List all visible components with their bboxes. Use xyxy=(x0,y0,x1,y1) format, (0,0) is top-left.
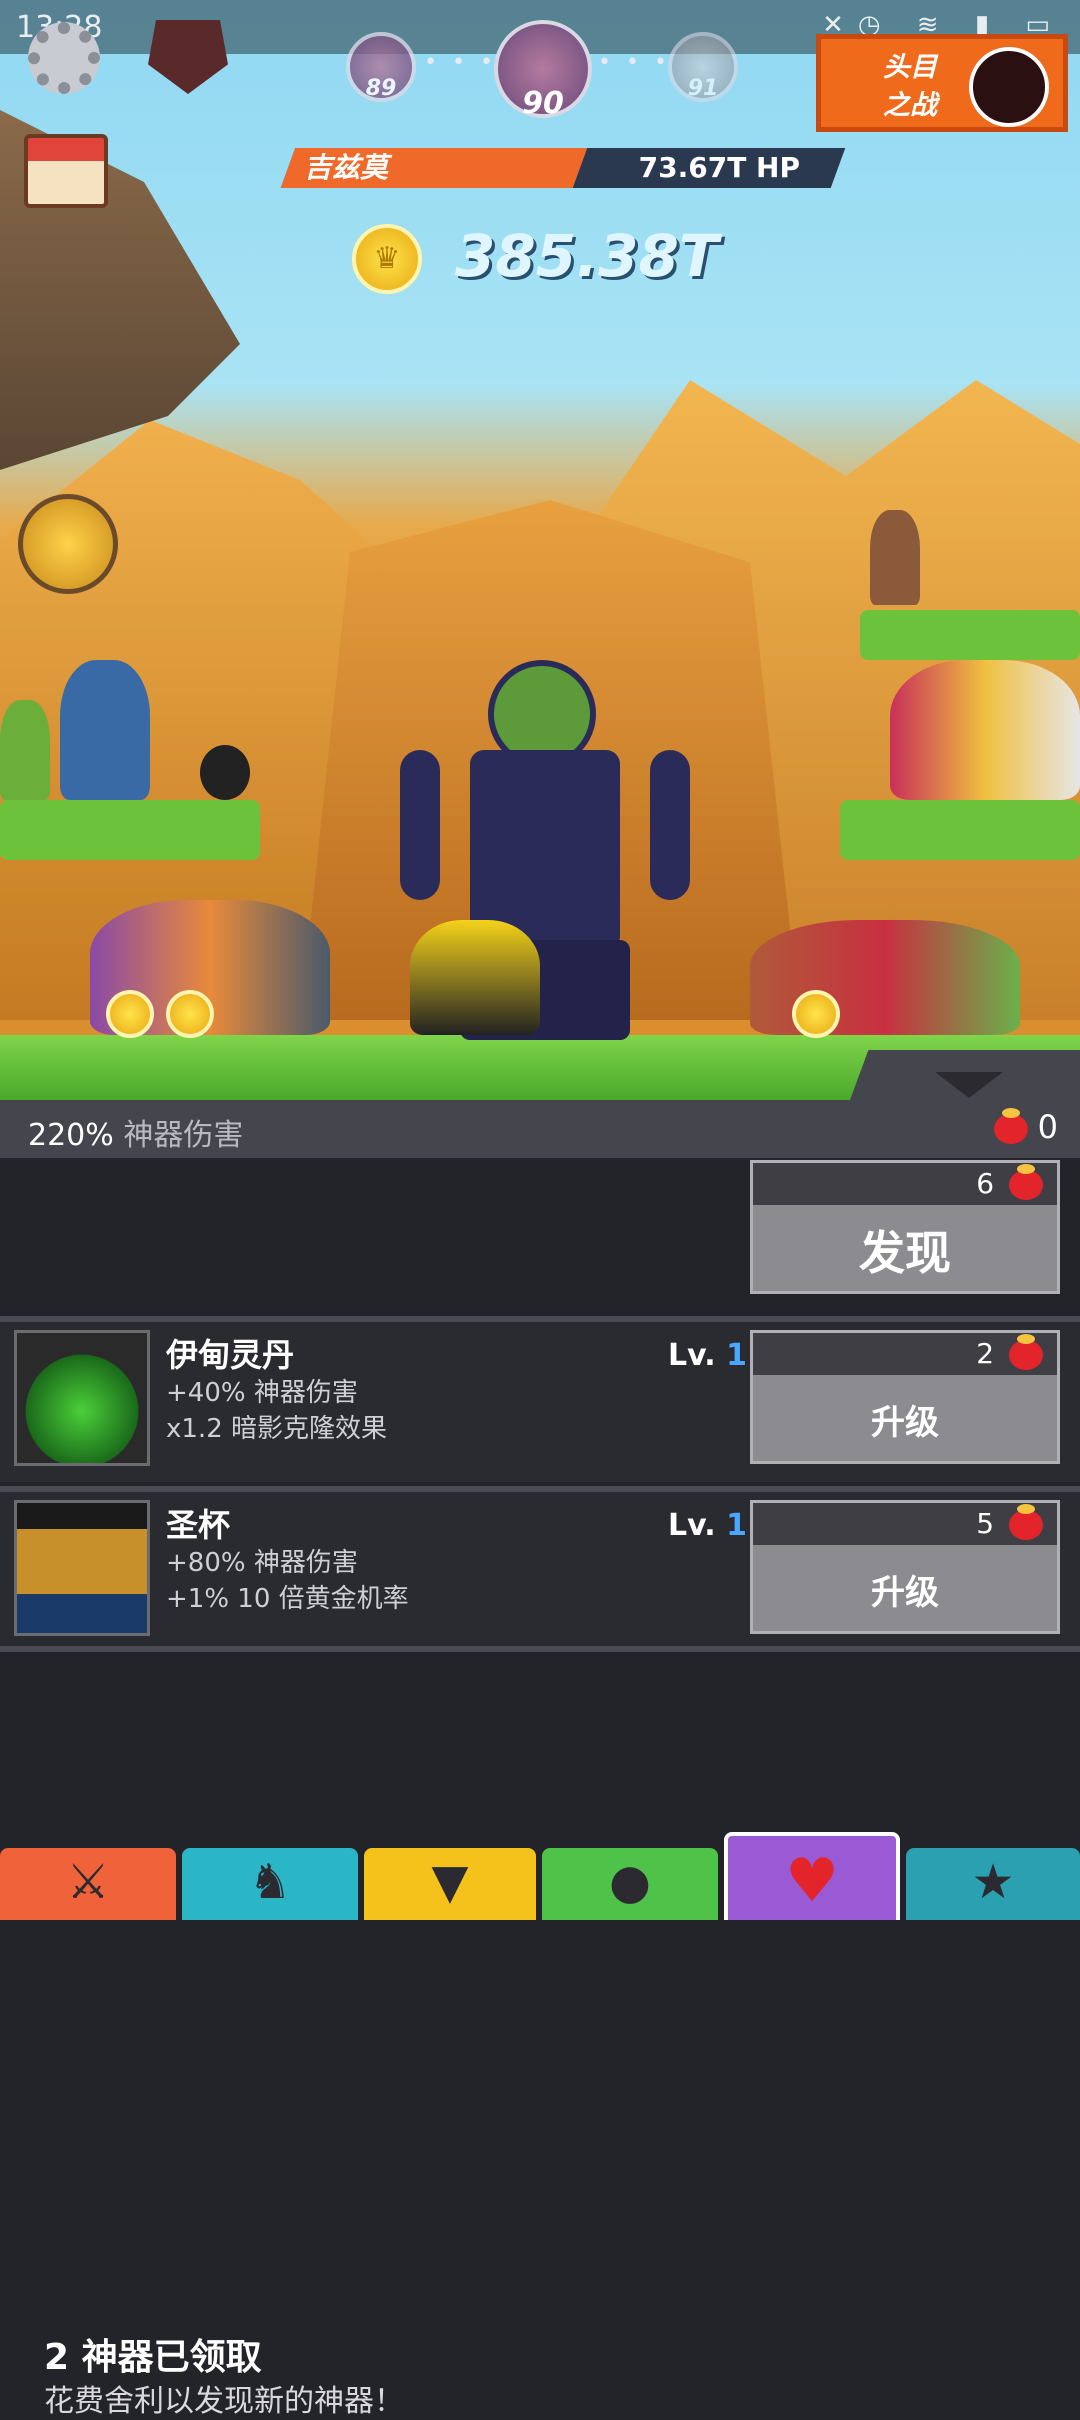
relic-heart-icon xyxy=(1009,1334,1043,1370)
boss-arm-left xyxy=(400,750,440,900)
boss-fight-label-line2: 之战 xyxy=(883,90,937,121)
artifact-level: Lv. 1 xyxy=(668,1508,747,1543)
artifact-level-value: 1 xyxy=(726,1338,747,1373)
boss-arm-right xyxy=(650,750,690,900)
stage-dots-right: • • • xyxy=(598,50,671,75)
dropped-coin[interactable] xyxy=(792,990,840,1038)
artifact-damage-text: 220% 神器伤害 xyxy=(28,1110,243,1154)
artifact-effect-1: +40% 神器伤害 xyxy=(166,1378,358,1408)
collapse-arrow-icon[interactable] xyxy=(935,1072,1003,1098)
hero-lizard xyxy=(0,700,50,800)
artifact-damage-label: 神器伤害 xyxy=(123,1118,244,1153)
artifact-level-prefix: Lv. xyxy=(668,1508,716,1543)
tab-equipment[interactable]: ▼ xyxy=(364,1848,536,1920)
grass-ledge-right-lower xyxy=(840,800,1080,860)
stage-number-next: 91 xyxy=(687,76,719,101)
artifact-level: Lv. 1 xyxy=(668,1338,747,1373)
grail-icon xyxy=(14,1500,150,1636)
tab-pets[interactable]: ● xyxy=(542,1848,718,1920)
treasure-chest-button[interactable] xyxy=(18,494,118,594)
boss-name: 吉兹莫 xyxy=(304,151,389,184)
artifact-name: 伊甸灵丹 xyxy=(166,1336,295,1374)
gear-icon[interactable] xyxy=(28,22,100,94)
relic-heart-icon xyxy=(1009,1164,1043,1200)
tab-artifacts[interactable]: ♥ xyxy=(724,1832,900,1920)
stage-node-next: 91 xyxy=(668,32,738,102)
tab-shop[interactable]: ★ xyxy=(906,1848,1080,1920)
grass-ledge-left xyxy=(0,800,260,860)
discover-cost-value: 6 xyxy=(976,1167,995,1200)
discover-button[interactable]: 6 发现 xyxy=(750,1160,1060,1294)
stage-number-current: 90 xyxy=(522,86,564,121)
hero-penguin xyxy=(200,745,250,800)
hero-knight-blue xyxy=(60,660,150,800)
boss-fight-button[interactable]: 头目 之战 xyxy=(816,34,1068,132)
boss-hp-value: 73.67T HP xyxy=(638,151,800,184)
dropped-coin[interactable] xyxy=(106,990,154,1038)
gold-amount: 385.38T xyxy=(455,222,719,290)
stage-node-current: 90 xyxy=(494,20,592,121)
relic-heart-icon xyxy=(993,1108,1028,1144)
artifact-effect-1: +80% 神器伤害 xyxy=(166,1548,358,1578)
artifacts-claimed-title: 2 神器已领取 xyxy=(44,2337,262,2378)
relic-heart-icon xyxy=(1009,1504,1043,1540)
discover-button-label: 发现 xyxy=(859,1226,951,1280)
upgrade-cost-value: 5 xyxy=(976,1507,995,1540)
dropped-coin[interactable] xyxy=(166,990,214,1038)
star-icon: ★ xyxy=(971,1854,1015,1910)
relic-count-value: 0 xyxy=(1037,1108,1058,1146)
hero-group-right-lower xyxy=(750,920,1020,1035)
artifact-effect-2: +1% 10 倍黄金机率 xyxy=(166,1584,409,1614)
sword-icon: ⚔ xyxy=(66,1854,110,1910)
hero-icon: ♞ xyxy=(248,1854,292,1910)
artifacts-discover-hint: 花费舍利以发现新的神器！ xyxy=(44,2384,404,2419)
discover-cost: 6 xyxy=(753,1163,1057,1205)
stage-dots-left: • • • xyxy=(424,50,497,75)
artifact-damage-percent: 220% xyxy=(28,1118,114,1153)
artifact-level-value: 1 xyxy=(726,1508,747,1543)
shop-button[interactable] xyxy=(24,134,108,208)
pet-icon: ● xyxy=(609,1854,651,1910)
shirt-icon: ▼ xyxy=(431,1854,469,1910)
tab-sword[interactable]: ⚔ xyxy=(0,1848,176,1920)
relic-heart-icon: ♥ xyxy=(785,1846,839,1916)
hero-cowboy xyxy=(870,510,920,605)
artifact-effect-2: x1.2 暗影克隆效果 xyxy=(166,1414,388,1444)
hero-group-right-upper xyxy=(890,660,1080,800)
tab-heroes[interactable]: ♞ xyxy=(182,1848,358,1920)
boss-fight-label-line1: 头目 xyxy=(883,52,937,83)
boss-face-icon xyxy=(969,47,1049,127)
upgrade-cost: 5 xyxy=(753,1503,1057,1545)
upgrade-button[interactable]: 5 升级 xyxy=(750,1500,1060,1634)
upgrade-button-label: 升级 xyxy=(871,1573,939,1613)
upgrade-button[interactable]: 2 升级 xyxy=(750,1330,1060,1464)
stage-number-prev: 89 xyxy=(365,76,397,101)
stage-node-prev: 89 xyxy=(346,32,416,102)
artifact-level-prefix: Lv. xyxy=(668,1338,716,1373)
upgrade-cost: 2 xyxy=(753,1333,1057,1375)
upgrade-button-label: 升级 xyxy=(871,1403,939,1443)
hero-swordsman xyxy=(410,920,540,1035)
grass-ledge-right-upper xyxy=(860,610,1080,660)
divider xyxy=(0,1646,1080,1652)
upgrade-cost-value: 2 xyxy=(976,1337,995,1370)
relic-counter: 0 xyxy=(993,1108,1058,1146)
artifact-name: 圣杯 xyxy=(166,1506,231,1544)
boss-fight-label: 头目 之战 xyxy=(855,49,965,125)
elixir-icon xyxy=(14,1330,150,1466)
gold-coin-icon: ♛ xyxy=(352,224,422,294)
